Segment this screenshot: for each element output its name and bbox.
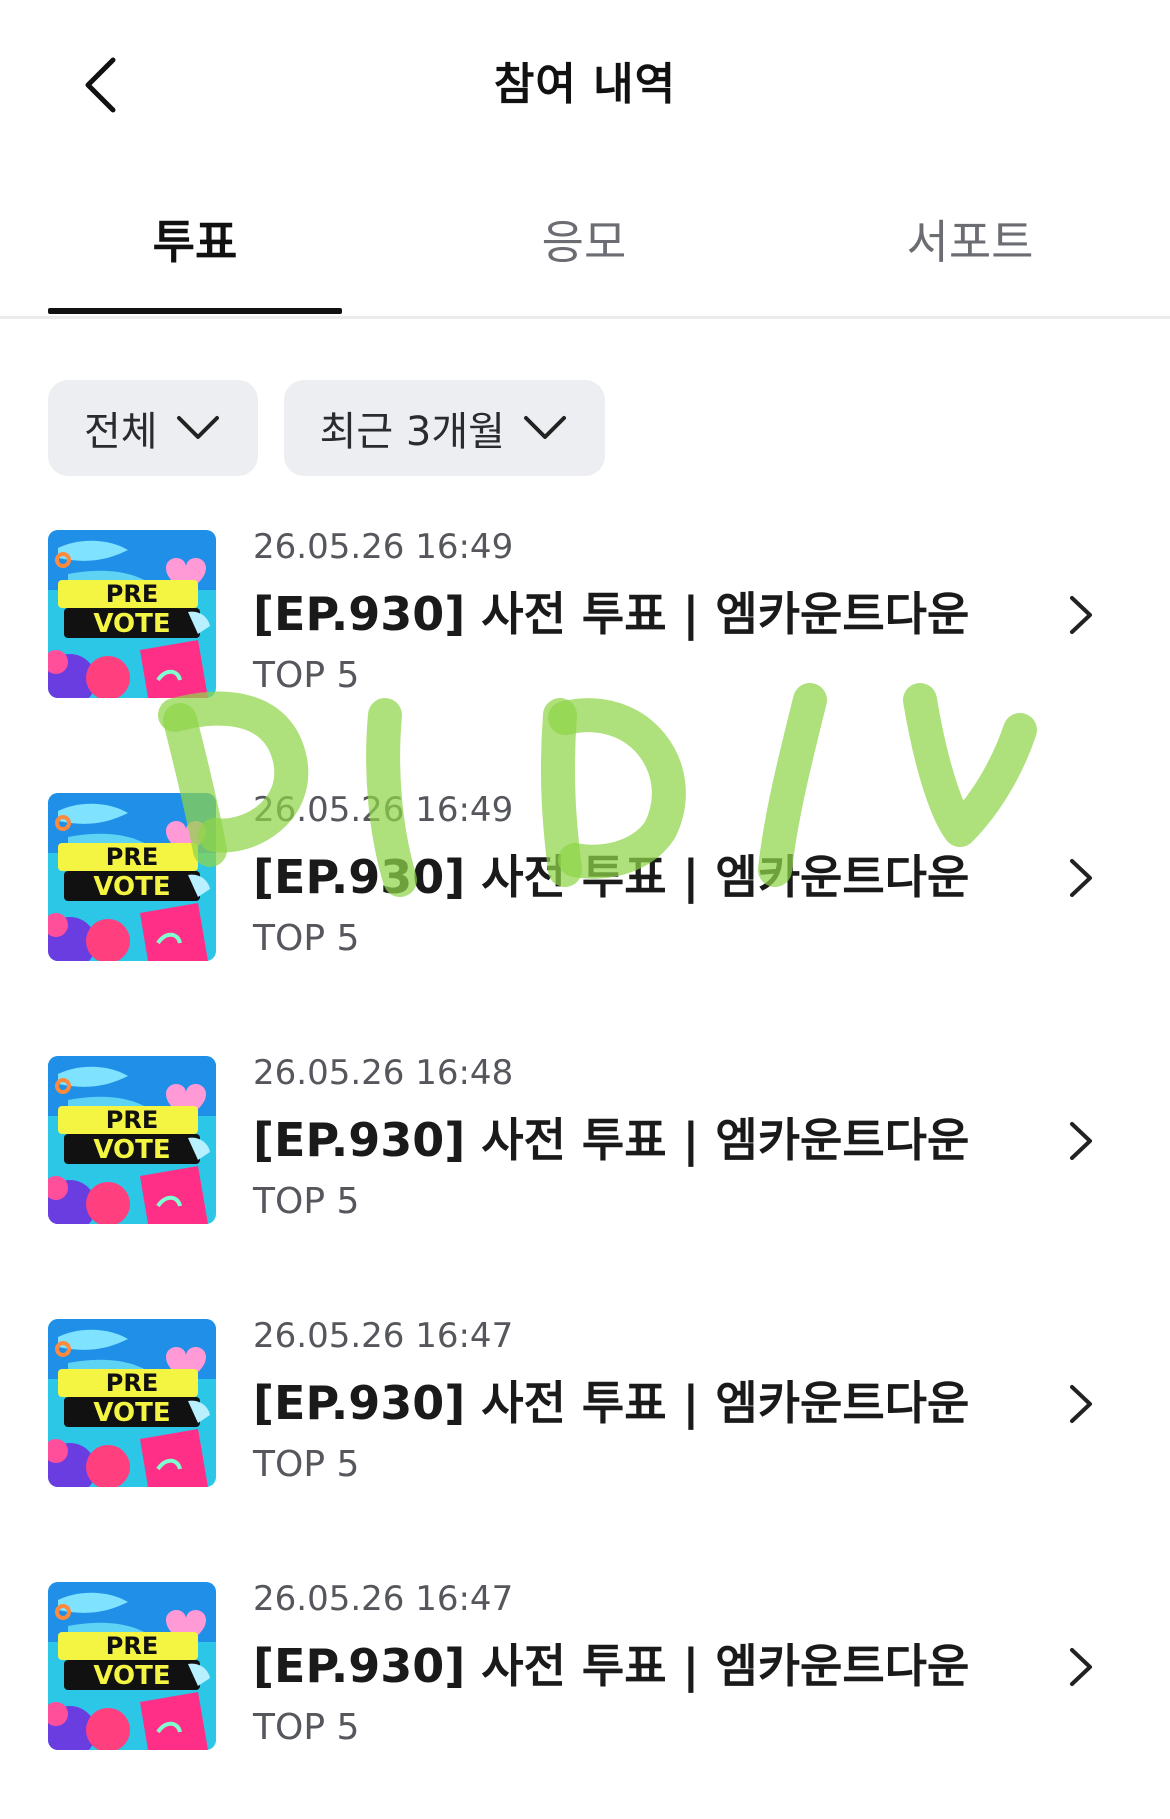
item-date: 26.05.26 16:47	[253, 1579, 514, 1619]
item-rank: TOP 5	[253, 1707, 360, 1748]
list-item[interactable]: PRE VOTE 26.05.26 16:47 [EP.930] 사전 투표 |…	[0, 1316, 1170, 1489]
item-title: [EP.930] 사전 투표 | 엠카운트다운	[253, 1376, 970, 1430]
item-rank: TOP 5	[253, 655, 360, 696]
chevron-down-icon	[176, 415, 220, 441]
svg-text:VOTE: VOTE	[93, 1135, 170, 1165]
svg-text:PRE: PRE	[106, 843, 158, 871]
filter-bar: 전체 최근 3개월	[48, 380, 605, 476]
pre-vote-thumbnail: PRE VOTE	[48, 1056, 216, 1224]
category-filter-label: 전체	[84, 409, 158, 455]
tab-vote[interactable]: 투표	[45, 200, 345, 316]
list-item[interactable]: PRE VOTE 26.05.26 16:49 [EP.930] 사전 투표 |…	[0, 527, 1170, 700]
chevron-right-icon	[1070, 1385, 1092, 1423]
svg-text:PRE: PRE	[106, 1369, 158, 1397]
svg-text:VOTE: VOTE	[93, 1661, 170, 1691]
category-filter-dropdown[interactable]: 전체	[48, 380, 258, 476]
list-item[interactable]: PRE VOTE 26.05.26 16:48 [EP.930] 사전 투표 |…	[0, 1053, 1170, 1226]
item-title: [EP.930] 사전 투표 | 엠카운트다운	[253, 1113, 970, 1167]
svg-text:PRE: PRE	[106, 580, 158, 608]
active-tab-indicator	[48, 308, 342, 314]
item-rank: TOP 5	[253, 1181, 360, 1222]
tab-support[interactable]: 서포트	[820, 200, 1120, 316]
pre-vote-thumbnail: PRE VOTE	[48, 1582, 216, 1750]
item-rank: TOP 5	[253, 918, 360, 959]
tab-entry[interactable]: 응모	[434, 200, 734, 316]
item-date: 26.05.26 16:48	[253, 1053, 514, 1093]
chevron-right-icon	[1070, 596, 1092, 634]
page-title: 참여 내역	[493, 59, 677, 110]
top-bar: 참여 내역	[0, 0, 1170, 170]
chevron-right-icon	[1070, 1648, 1092, 1686]
item-title: [EP.930] 사전 투표 | 엠카운트다운	[253, 850, 970, 904]
item-date: 26.05.26 16:47	[253, 1316, 514, 1356]
pre-vote-thumbnail: PRE VOTE	[48, 793, 216, 961]
chevron-right-icon	[1070, 859, 1092, 897]
pre-vote-thumbnail: PRE VOTE	[48, 530, 216, 698]
list-item[interactable]: PRE VOTE 26.05.26 16:47 [EP.930] 사전 투표 |…	[0, 1579, 1170, 1752]
list-item[interactable]: PRE VOTE 26.05.26 16:49 [EP.930] 사전 투표 |…	[0, 790, 1170, 963]
tab-bar: 투표 응모 서포트	[0, 200, 1170, 319]
svg-text:VOTE: VOTE	[93, 872, 170, 902]
svg-text:PRE: PRE	[106, 1106, 158, 1134]
chevron-right-icon	[1070, 1122, 1092, 1160]
period-filter-label: 최근 3개월	[319, 409, 505, 455]
period-filter-dropdown[interactable]: 최근 3개월	[283, 380, 605, 476]
svg-text:VOTE: VOTE	[93, 1398, 170, 1428]
item-date: 26.05.26 16:49	[253, 527, 514, 567]
chevron-down-icon	[523, 415, 567, 441]
svg-text:PRE: PRE	[106, 1632, 158, 1660]
item-title: [EP.930] 사전 투표 | 엠카운트다운	[253, 1639, 970, 1693]
item-date: 26.05.26 16:49	[253, 790, 514, 830]
svg-text:VOTE: VOTE	[93, 609, 170, 639]
item-title: [EP.930] 사전 투표 | 엠카운트다운	[253, 587, 970, 641]
item-rank: TOP 5	[253, 1444, 360, 1485]
pre-vote-thumbnail: PRE VOTE	[48, 1319, 216, 1487]
